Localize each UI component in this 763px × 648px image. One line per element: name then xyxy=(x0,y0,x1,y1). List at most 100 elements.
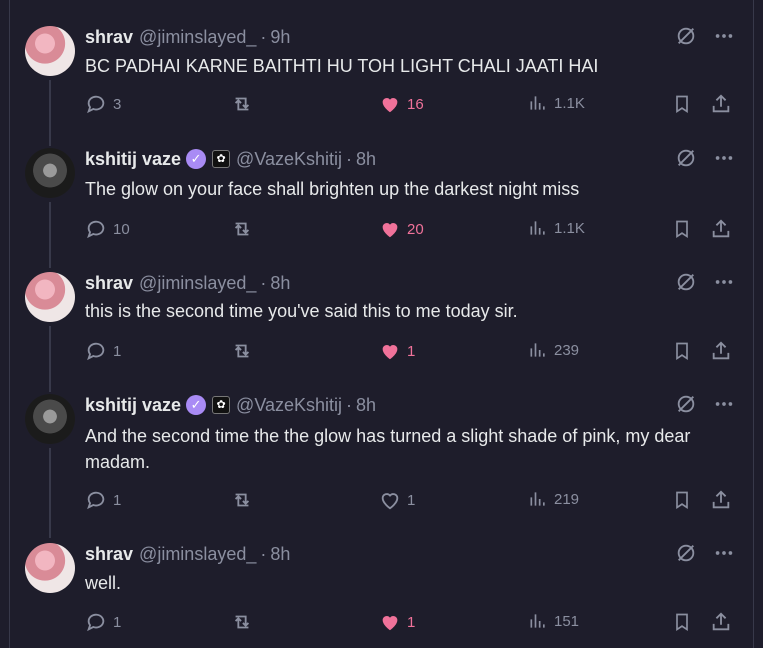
tweet-actions: 1 1 151 xyxy=(85,611,735,635)
like-button[interactable]: 1 xyxy=(379,489,415,511)
separator: · xyxy=(346,394,353,415)
reply-icon xyxy=(87,342,105,361)
bookmark-button[interactable] xyxy=(672,611,692,633)
views-button[interactable]: 1.1K xyxy=(528,93,585,113)
tweet-header: shrav @jiminslayed_ · 9h xyxy=(85,26,290,48)
timestamp[interactable]: 9h xyxy=(270,27,290,48)
heart-icon xyxy=(382,616,398,631)
tweet-top-icons xyxy=(674,146,736,170)
affiliate-badge-icon[interactable]: ✿ xyxy=(212,396,231,414)
tweet-top-icons xyxy=(674,270,736,294)
author-handle[interactable]: @jiminslayed_ xyxy=(139,544,256,565)
timestamp[interactable]: 8h xyxy=(270,273,290,294)
bookmark-button[interactable] xyxy=(672,218,692,240)
author-name[interactable]: kshitij vaze xyxy=(85,149,181,170)
more-icon[interactable] xyxy=(712,270,736,294)
like-button[interactable]: 20 xyxy=(379,218,424,240)
tweet-top-icons xyxy=(674,24,736,48)
grok-icon[interactable] xyxy=(674,146,698,170)
bookmark-button[interactable] xyxy=(672,93,692,115)
tweet-actions: 3 16 1.1K xyxy=(85,93,735,117)
more-icon[interactable] xyxy=(712,24,736,48)
tweet[interactable]: shrav @jiminslayed_ · 8h well. 1 1 151 xyxy=(9,543,752,643)
like-button[interactable]: 16 xyxy=(379,93,424,115)
avatar[interactable] xyxy=(25,543,75,593)
retweet-button[interactable] xyxy=(230,340,254,362)
author-handle[interactable]: @VazeKshitij xyxy=(236,149,342,170)
more-icon[interactable] xyxy=(712,392,736,416)
timestamp[interactable]: 8h xyxy=(356,395,376,416)
tweet-text: well. xyxy=(85,573,122,593)
views-button[interactable]: 1.1K xyxy=(528,218,585,238)
author-handle[interactable]: @VazeKshitij xyxy=(236,395,342,416)
tweet[interactable]: kshitij vaze ✓ ✿ @VazeKshitij · 8h The g… xyxy=(9,148,752,248)
bookmark-icon xyxy=(676,95,688,114)
share-button[interactable] xyxy=(710,218,732,240)
bookmark-icon xyxy=(676,342,688,361)
reply-button[interactable]: 1 xyxy=(85,489,121,511)
reply-button[interactable]: 1 xyxy=(85,340,121,362)
share-button[interactable] xyxy=(710,93,732,115)
bookmark-icon xyxy=(676,220,688,239)
heart-icon xyxy=(382,345,398,360)
author-name[interactable]: shrav xyxy=(85,544,133,565)
like-button[interactable]: 1 xyxy=(379,340,415,362)
views-icon xyxy=(530,614,545,628)
avatar[interactable] xyxy=(25,394,75,444)
avatar[interactable] xyxy=(25,26,75,76)
share-icon xyxy=(712,490,730,509)
tweet-text: BC PADHAI KARNE BAITHTI HU TOH LIGHT CHA… xyxy=(85,56,599,76)
like-button[interactable]: 1 xyxy=(379,611,415,633)
avatar[interactable] xyxy=(25,148,75,198)
share-button[interactable] xyxy=(710,611,732,633)
share-button[interactable] xyxy=(710,489,732,511)
view-count: 239 xyxy=(554,341,580,359)
avatar[interactable] xyxy=(25,272,75,322)
views-button[interactable]: 239 xyxy=(528,340,579,360)
tweet[interactable]: kshitij vaze ✓ ✿ @VazeKshitij · 8h And t… xyxy=(9,394,752,518)
tweet-header: shrav @jiminslayed_ · 8h xyxy=(85,272,290,294)
tweet-header: kshitij vaze ✓ ✿ @VazeKshitij · 8h xyxy=(85,148,376,170)
reply-count: 1 xyxy=(113,491,122,509)
author-name[interactable]: shrav xyxy=(85,27,133,48)
affiliate-badge-icon[interactable]: ✿ xyxy=(212,150,231,168)
views-button[interactable]: 219 xyxy=(528,489,579,509)
reply-count: 1 xyxy=(113,342,122,360)
heart-icon xyxy=(382,98,398,113)
like-count: 1 xyxy=(407,491,416,509)
retweet-button[interactable] xyxy=(230,218,254,240)
retweet-icon xyxy=(234,615,250,629)
bookmark-button[interactable] xyxy=(672,340,692,362)
grok-icon[interactable] xyxy=(674,24,698,48)
timestamp[interactable]: 8h xyxy=(356,149,376,170)
grok-icon[interactable] xyxy=(674,270,698,294)
retweet-button[interactable] xyxy=(230,611,254,633)
reply-button[interactable]: 1 xyxy=(85,611,121,633)
author-name[interactable]: kshitij vaze xyxy=(85,395,181,416)
views-button[interactable]: 151 xyxy=(528,611,579,631)
more-icon[interactable] xyxy=(712,146,736,170)
timestamp[interactable]: 8h xyxy=(270,544,290,565)
bookmark-button[interactable] xyxy=(672,489,692,511)
tweet[interactable]: shrav @jiminslayed_ · 9h BC PADHAI KARNE… xyxy=(9,26,752,126)
separator: · xyxy=(346,148,353,169)
retweet-button[interactable] xyxy=(230,93,254,115)
more-icon[interactable] xyxy=(712,541,736,565)
bookmark-icon xyxy=(676,613,688,632)
reply-button[interactable]: 3 xyxy=(85,93,121,115)
share-button[interactable] xyxy=(710,340,732,362)
tweet[interactable]: shrav @jiminslayed_ · 8h this is the sec… xyxy=(9,272,752,372)
author-name[interactable]: shrav xyxy=(85,273,133,294)
grok-icon[interactable] xyxy=(674,541,698,565)
author-handle[interactable]: @jiminslayed_ xyxy=(139,273,256,294)
reply-count: 1 xyxy=(113,613,122,631)
reply-count: 10 xyxy=(113,220,130,238)
like-count: 16 xyxy=(407,95,424,113)
retweet-button[interactable] xyxy=(230,489,254,511)
reply-button[interactable]: 10 xyxy=(85,218,130,240)
author-handle[interactable]: @jiminslayed_ xyxy=(139,27,256,48)
tweet-actions: 10 20 1.1K xyxy=(85,218,735,242)
views-icon xyxy=(530,221,545,235)
grok-icon[interactable] xyxy=(674,392,698,416)
heart-icon xyxy=(382,223,398,238)
